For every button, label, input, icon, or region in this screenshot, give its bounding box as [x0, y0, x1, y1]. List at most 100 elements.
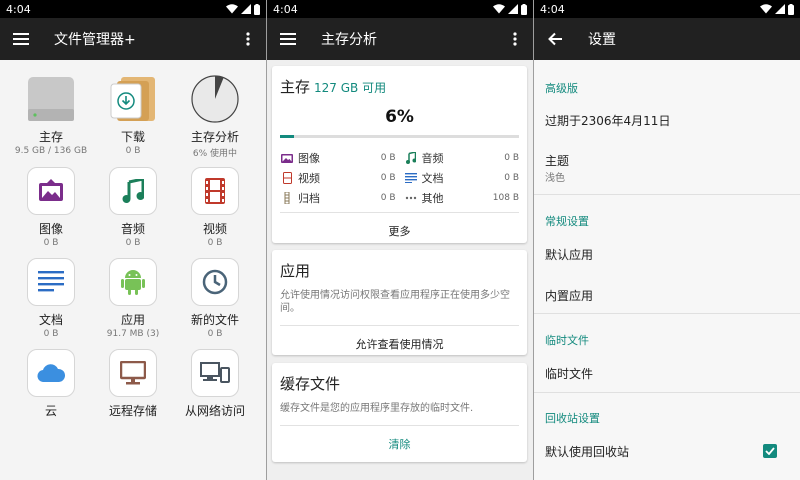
image-icon: [280, 153, 294, 163]
section-temp: 临时文件: [545, 334, 589, 347]
shortcut-label: 从网络访问: [184, 404, 245, 418]
apps-shortcut[interactable]: 应用 91.7 MB (3): [89, 258, 177, 348]
usage-bar: [280, 135, 519, 138]
signal-icon: [775, 4, 785, 14]
temp-files-item[interactable]: 临时文件: [545, 365, 593, 382]
expiry-item[interactable]: 过期于2306年4月11日: [545, 112, 670, 129]
menu-icon[interactable]: [10, 28, 32, 50]
pie-chart-icon: [191, 75, 239, 123]
shortcut-label: 应用: [120, 313, 145, 327]
shortcut-sub: 0 B: [207, 329, 223, 339]
type-name: 图像: [298, 152, 320, 165]
storage-title: 主存: [280, 78, 311, 96]
type-size: 0 B: [380, 153, 396, 163]
menu-icon[interactable]: [277, 28, 299, 50]
status-time: 4:04: [540, 2, 565, 16]
section-divider: [534, 194, 800, 195]
usage-percent: 6%: [385, 107, 414, 127]
recycle-default-item[interactable]: 默认使用回收站: [545, 443, 629, 460]
type-name: 归档: [298, 192, 320, 205]
recent-files-shortcut[interactable]: 新的文件 0 B: [171, 258, 259, 348]
images-shortcut[interactable]: 图像 0 B: [7, 167, 95, 257]
storage-available: 127 GB 可用: [314, 81, 387, 95]
type-row-archives[interactable]: 归档 0 B: [280, 188, 396, 208]
type-name: 文档: [421, 172, 444, 185]
video-shortcut[interactable]: 视频 0 B: [171, 167, 259, 257]
clear-cache-button[interactable]: 清除: [272, 426, 527, 462]
cloud-icon: [27, 349, 75, 397]
audio-shortcut[interactable]: 音频 0 B: [89, 167, 177, 257]
type-row-audio[interactable]: 音频 0 B: [404, 148, 519, 168]
cache-card: 缓存文件 缓存文件是您的应用程序里存放的临时文件. 清除: [272, 363, 527, 462]
theme-value: 浅色: [545, 173, 565, 184]
cloud-shortcut[interactable]: 云: [7, 349, 95, 439]
recycle-checkbox[interactable]: [763, 444, 777, 458]
storage-analysis-pane: 4:04 主存分析 主存 127 GB 可用 6% 图像 0 B 音频 0 B …: [267, 0, 533, 480]
remote-storage-shortcut[interactable]: 远程存储: [89, 349, 177, 439]
usage-bar-fill: [280, 135, 295, 138]
type-size: 0 B: [380, 193, 396, 203]
more-options-icon[interactable]: [505, 28, 525, 50]
storage-shortcut[interactable]: 主存 9.5 GB / 136 GB: [7, 75, 95, 165]
storage-card: 主存 127 GB 可用 6% 图像 0 B 音频 0 B 视频 0 B 文档 …: [272, 66, 527, 243]
section-advanced: 高级版: [545, 82, 578, 95]
more-options-icon[interactable]: [238, 28, 258, 50]
section-recycle: 回收站设置: [545, 412, 600, 425]
documents-shortcut[interactable]: 文档 0 B: [7, 258, 95, 348]
shortcut-sub: 91.7 MB (3): [106, 329, 160, 339]
music-note-icon: [404, 152, 418, 164]
shortcut-label: 主存分析: [190, 130, 239, 144]
hard-drive-icon: [27, 75, 75, 123]
shortcut-sub: 0 B: [43, 329, 59, 339]
section-general: 常规设置: [545, 215, 589, 228]
status-icons: [493, 3, 527, 15]
download-shortcut[interactable]: 下载 0 B: [89, 75, 177, 165]
default-apps-item[interactable]: 默认应用: [545, 246, 593, 263]
devices-icon: [191, 349, 239, 397]
type-name: 视频: [298, 172, 320, 185]
type-row-documents[interactable]: 文档 0 B: [404, 168, 519, 188]
status-bar: 4:04: [267, 0, 533, 18]
storage-analysis-shortcut[interactable]: 主存分析 6% 使用中: [171, 75, 259, 165]
file-type-list: 图像 0 B 音频 0 B 视频 0 B 文档 0 B 归档 0 B 其他 10…: [272, 138, 527, 208]
section-divider: [534, 392, 800, 393]
other-icon: [404, 196, 418, 200]
type-row-images[interactable]: 图像 0 B: [280, 148, 396, 168]
download-folder-icon: [109, 75, 157, 123]
shortcut-sub: 0 B: [207, 238, 223, 248]
status-bar: 4:04: [534, 0, 800, 18]
signal-icon: [508, 4, 518, 14]
clock-icon: [191, 258, 239, 306]
type-row-video[interactable]: 视频 0 B: [280, 168, 396, 188]
theme-item[interactable]: 主题: [545, 152, 569, 169]
shortcut-sub: 0 B: [43, 238, 59, 248]
type-size: 108 B: [492, 193, 519, 203]
shortcut-label: 视频: [202, 222, 227, 236]
type-name: 其他: [421, 192, 444, 205]
music-note-icon: [109, 167, 157, 215]
section-divider: [534, 313, 800, 314]
film-icon: [191, 167, 239, 215]
cache-heading: 缓存文件: [280, 375, 341, 393]
shortcut-label: 主存: [38, 130, 63, 144]
shortcut-label: 音频: [120, 222, 145, 236]
builtin-apps-item[interactable]: 内置应用: [545, 287, 593, 304]
allow-usage-button[interactable]: 允许查看使用情况: [272, 326, 527, 362]
network-access-shortcut[interactable]: 从网络访问: [171, 349, 259, 439]
file-manager-pane: 4:04 文件管理器+ 主存 9.5 GB / 136 GB 下载 0 B 主存…: [0, 0, 266, 480]
type-size: 0 B: [504, 173, 519, 183]
settings-pane: 4:04 设置 高级版 过期于2306年4月11日 主题 浅色 常规设置 默认应…: [534, 0, 800, 480]
check-icon: [765, 447, 775, 455]
video-icon: [280, 172, 294, 184]
storage-heading: 主存 127 GB 可用: [272, 66, 527, 97]
image-icon: [27, 167, 75, 215]
cache-description: 缓存文件是您的应用程序里存放的临时文件.: [280, 403, 474, 414]
type-row-other[interactable]: 其他 108 B: [404, 188, 519, 208]
type-name: 音频: [421, 152, 444, 165]
screen: 4:04 文件管理器+ 主存 9.5 GB / 136 GB 下载 0 B 主存…: [0, 0, 800, 480]
back-arrow-icon[interactable]: [544, 28, 566, 50]
status-time: 4:04: [6, 2, 31, 16]
more-button[interactable]: 更多: [272, 213, 527, 249]
type-size: 0 B: [504, 153, 519, 163]
monitor-icon: [109, 349, 157, 397]
